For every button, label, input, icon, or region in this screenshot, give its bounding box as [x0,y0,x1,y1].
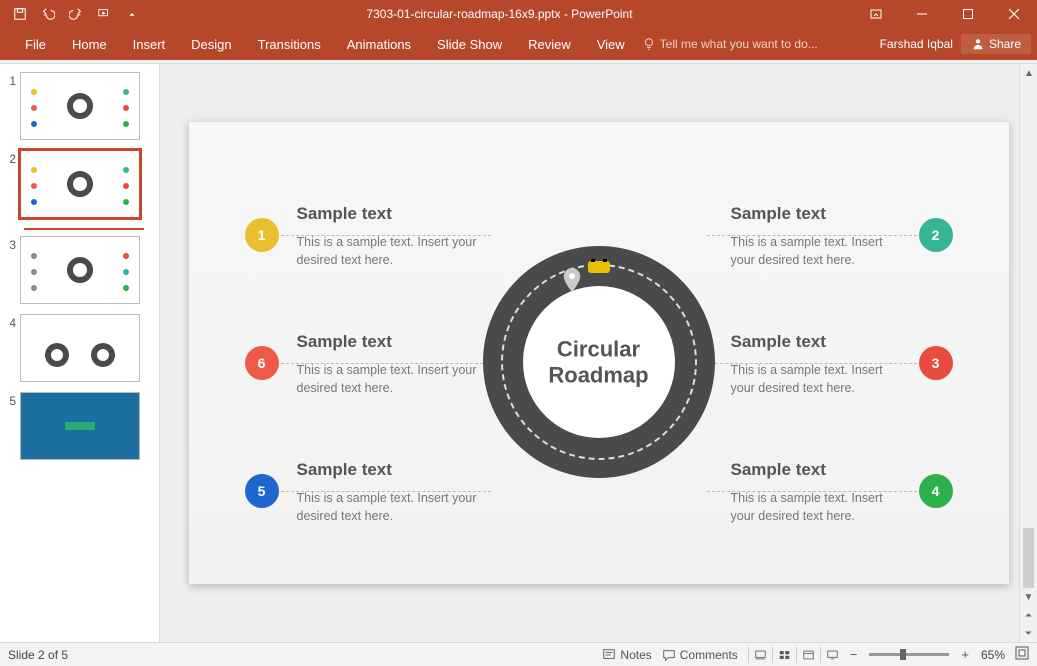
zoom-percent[interactable]: 65% [981,648,1005,662]
redo-icon[interactable] [62,0,90,28]
marker-5[interactable]: 5 [245,474,279,508]
item-6[interactable]: Sample text This is a sample text. Inser… [297,332,507,397]
next-slide-icon[interactable]: ⏷ [1020,624,1037,642]
window-controls [853,0,1037,28]
maximize-icon[interactable] [945,0,991,28]
item-title: Sample text [731,460,901,480]
status-bar: Slide 2 of 5 Notes Comments − + 65% [0,642,1037,666]
tab-animations[interactable]: Animations [334,28,424,60]
item-body: This is a sample text. Insert your desir… [731,234,901,269]
user-name[interactable]: Farshad Iqbal [880,37,953,51]
marker-6[interactable]: 6 [245,346,279,380]
item-title: Sample text [297,460,507,480]
item-body: This is a sample text. Insert your desir… [297,362,507,397]
qat-customize-icon[interactable] [118,0,146,28]
reading-view-icon[interactable] [796,647,814,663]
scroll-up-icon[interactable]: ▲ [1020,64,1037,82]
undo-icon[interactable] [34,0,62,28]
ring-center-text[interactable]: Circular Roadmap [548,337,648,388]
tell-me-search[interactable]: Tell me what you want to do... [642,37,818,51]
ribbon-display-options-icon[interactable] [853,0,899,28]
tab-review[interactable]: Review [515,28,584,60]
marker-4[interactable]: 4 [919,474,953,508]
zoom-slider[interactable] [869,653,949,656]
ribbon-tabs: File Home Insert Design Transitions Anim… [0,28,1037,60]
save-icon[interactable] [6,0,34,28]
item-title: Sample text [731,332,901,352]
slide[interactable]: Circular Roadmap 1 Sample text This is a… [189,122,1009,584]
item-body: This is a sample text. Insert your desir… [297,490,507,525]
item-body: This is a sample text. Insert your desir… [731,362,901,397]
item-title: Sample text [731,204,901,224]
slideshow-view-icon[interactable] [820,647,838,663]
title-bar: 7303-01-circular-roadmap-16x9.pptx - Pow… [0,0,1037,28]
tab-view[interactable]: View [584,28,638,60]
share-button[interactable]: Share [961,34,1031,54]
scroll-down-icon[interactable]: ▼ [1020,588,1037,606]
marker-1[interactable]: 1 [245,218,279,252]
tell-me-label: Tell me what you want to do... [660,37,818,51]
lightbulb-icon [642,37,656,51]
item-5[interactable]: Sample text This is a sample text. Inser… [297,460,507,525]
tab-file[interactable]: File [12,28,59,60]
notes-icon [602,648,616,662]
sorter-view-icon[interactable] [772,647,790,663]
slide-thumbnail-panel[interactable]: 1 2 [0,64,160,642]
item-1[interactable]: Sample text This is a sample text. Inser… [297,204,507,269]
thumbnail-1[interactable]: 1 [4,72,155,140]
thumbnail-2[interactable]: 2 [4,150,155,218]
tab-home[interactable]: Home [59,28,120,60]
slide-counter[interactable]: Slide 2 of 5 [8,648,68,662]
normal-view-icon[interactable] [748,647,766,663]
thumbnail-5[interactable]: 5 [4,392,155,460]
start-from-beginning-icon[interactable] [90,0,118,28]
marker-2[interactable]: 2 [919,218,953,252]
fit-to-window-icon[interactable] [1015,646,1029,663]
comments-button[interactable]: Comments [662,648,738,662]
comments-icon [662,648,676,662]
map-pin-icon[interactable] [563,268,581,297]
item-body: This is a sample text. Insert your desir… [731,490,901,525]
item-4[interactable]: Sample text This is a sample text. Inser… [731,460,901,525]
minimize-icon[interactable] [899,0,945,28]
close-icon[interactable] [991,0,1037,28]
tab-slideshow[interactable]: Slide Show [424,28,515,60]
tab-insert[interactable]: Insert [120,28,179,60]
vertical-scrollbar[interactable]: ▲ ▼ ⏶ ⏷ [1019,64,1037,642]
car-icon[interactable] [588,261,610,273]
item-title: Sample text [297,204,507,224]
zoom-out-button[interactable]: − [848,647,860,662]
window-title: 7303-01-circular-roadmap-16x9.pptx - Pow… [146,7,853,21]
share-label: Share [989,37,1021,51]
item-title: Sample text [297,332,507,352]
item-2[interactable]: Sample text This is a sample text. Inser… [731,204,901,269]
prev-slide-icon[interactable]: ⏶ [1020,606,1037,624]
thumbnail-4[interactable]: 4 [4,314,155,382]
view-mode-icons [748,647,838,663]
share-icon [971,37,985,51]
scrollbar-thumb[interactable] [1023,528,1034,588]
thumbnail-3[interactable]: 3 [4,236,155,304]
marker-3[interactable]: 3 [919,346,953,380]
item-3[interactable]: Sample text This is a sample text. Inser… [731,332,901,397]
slide-canvas-area[interactable]: Circular Roadmap 1 Sample text This is a… [160,64,1037,642]
quick-access-toolbar [0,0,146,28]
zoom-in-button[interactable]: + [959,647,971,662]
notes-button[interactable]: Notes [602,648,651,662]
tab-transitions[interactable]: Transitions [245,28,334,60]
item-body: This is a sample text. Insert your desir… [297,234,507,269]
main-area: 1 2 [0,64,1037,642]
selection-underline [24,228,144,230]
tab-design[interactable]: Design [178,28,244,60]
